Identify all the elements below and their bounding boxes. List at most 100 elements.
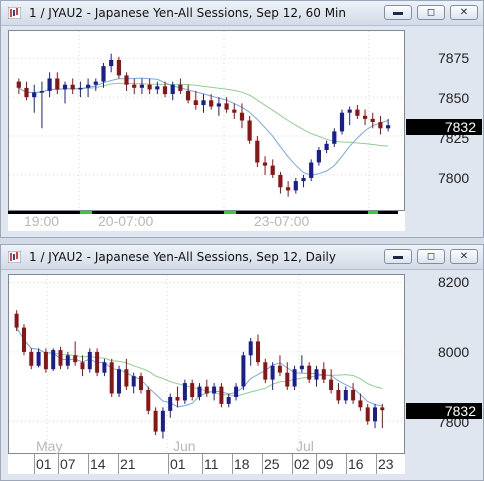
candle-body: [380, 407, 385, 411]
day-tick: [118, 454, 119, 474]
session-bar: [368, 211, 378, 214]
candle-body: [277, 365, 282, 373]
candle-body: [14, 313, 19, 328]
candle-body: [248, 341, 253, 356]
day-label: 07: [60, 456, 76, 472]
time-axis: 19:00 20-07:00 23-07:00: [8, 211, 405, 231]
candle-body: [170, 84, 175, 94]
price-plot-area[interactable]: [8, 30, 405, 211]
candle-body: [178, 84, 183, 91]
candle-body: [343, 390, 348, 401]
candle-body: [270, 165, 275, 175]
day-label: 02: [294, 456, 310, 472]
day-axis: 01 07 14 21 01 11 18 25 02 09 16 23: [8, 454, 405, 474]
window-title: 1 / JYAU2 - Japanese Yen-All Sessions, S…: [29, 6, 346, 20]
y-axis-label: 8200: [438, 274, 470, 290]
day-label: 01: [170, 456, 186, 472]
candle-body: [307, 365, 312, 380]
candle-body: [186, 91, 191, 101]
day-tick: [34, 454, 35, 474]
chart-window-daily[interactable]: 1 / JYAU2 - Japanese Yen-All Sessions, S…: [0, 244, 484, 481]
day-tick: [376, 454, 377, 474]
chart-window-60min[interactable]: 1 / JYAU2 - Japanese Yen-All Sessions, S…: [0, 0, 484, 238]
day-label: 01: [36, 456, 52, 472]
candle-body: [43, 351, 48, 370]
candle-body: [87, 351, 92, 370]
candle-body: [204, 386, 209, 394]
candle-body: [160, 410, 165, 432]
candle-body: [73, 355, 78, 363]
chart-app-icon: [8, 251, 21, 263]
candle-body: [285, 372, 290, 387]
candle-body: [109, 59, 114, 67]
window-titlebar[interactable]: 1 / JYAU2 - Japanese Yen-All Sessions, S…: [1, 245, 483, 270]
candle-body: [117, 369, 121, 394]
candle-body: [324, 143, 329, 150]
candle-body: [86, 84, 91, 88]
candle-body: [16, 81, 21, 88]
candlestick-chart-60min: [9, 31, 404, 210]
month-label: Jun: [173, 438, 196, 454]
candlestick-chart-daily: [9, 275, 404, 453]
candle-body: [190, 383, 195, 397]
day-label: 21: [120, 456, 136, 472]
session-bar: [224, 211, 236, 214]
minimize-icon: ▬: [393, 251, 403, 262]
minimize-button[interactable]: ▬: [384, 249, 412, 264]
candle-body: [32, 92, 37, 98]
candle-body: [193, 100, 198, 105]
candle-body: [378, 122, 383, 129]
candle-body: [139, 376, 143, 390]
candle-body: [365, 407, 370, 422]
day-tick: [202, 454, 203, 474]
restore-icon: ◻: [426, 7, 436, 18]
candle-body: [286, 187, 291, 191]
candle-body: [55, 78, 60, 90]
y-axis-label: 7875: [438, 50, 470, 66]
candle-body: [109, 362, 114, 394]
candle-body: [373, 407, 377, 422]
y-axis-label: 7850: [438, 90, 470, 106]
candle-body: [124, 369, 129, 387]
candle-body: [370, 118, 375, 122]
candle-body: [262, 162, 268, 166]
day-tick: [58, 454, 59, 474]
close-button[interactable]: ✕: [450, 5, 478, 20]
candle-body: [239, 112, 245, 121]
day-label: 18: [234, 456, 250, 472]
candle-body: [339, 112, 345, 132]
candle-body: [51, 350, 56, 370]
candle-body: [139, 84, 144, 88]
price-plot-area[interactable]: [8, 274, 405, 454]
close-button[interactable]: ✕: [450, 249, 478, 264]
candle-body: [321, 369, 326, 380]
candle-body: [256, 341, 260, 363]
candle-body: [175, 397, 180, 401]
candle-body: [293, 181, 298, 191]
x-axis-label: 20-07:00: [98, 213, 154, 229]
candle-body: [62, 84, 68, 90]
restore-button[interactable]: ◻: [417, 249, 445, 264]
minimize-button[interactable]: ▬: [384, 5, 412, 20]
day-tick: [292, 454, 293, 474]
candle-body: [255, 140, 260, 163]
candle-body: [124, 75, 129, 85]
restore-button[interactable]: ◻: [417, 5, 445, 20]
month-label: May: [36, 438, 63, 454]
candle-body: [332, 131, 337, 144]
candle-body: [58, 350, 63, 366]
candle-body: [102, 362, 107, 373]
close-icon: ✕: [459, 251, 469, 262]
x-axis-label: 23-07:00: [254, 213, 310, 229]
y-axis-label: 7800: [438, 170, 470, 186]
candle-body: [153, 410, 158, 432]
candle-body: [329, 379, 334, 390]
candle-body: [263, 362, 268, 380]
window-titlebar[interactable]: 1 / JYAU2 - Japanese Yen-All Sessions, S…: [1, 1, 483, 26]
day-label: 16: [348, 456, 364, 472]
last-price-marker: 7832: [406, 403, 482, 419]
candle-body: [22, 327, 26, 352]
candle-body: [95, 351, 100, 373]
candle-body: [234, 386, 239, 397]
candle-body: [224, 103, 229, 110]
